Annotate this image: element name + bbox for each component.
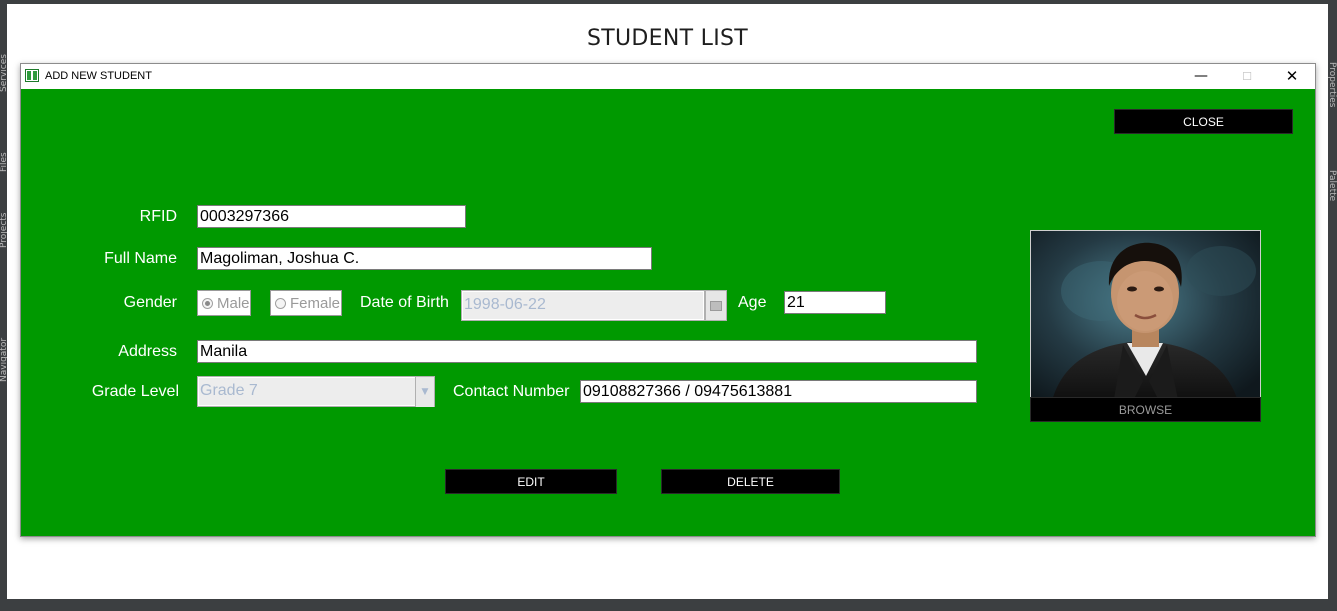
age-field[interactable]: 21	[784, 291, 886, 314]
dob-label: Date of Birth	[360, 294, 449, 311]
close-button[interactable]: CLOSE	[1114, 109, 1293, 134]
ide-tab-properties[interactable]: Properties	[1328, 62, 1337, 128]
gender-female-label: Female	[290, 294, 341, 312]
rfid-field[interactable]: 0003297366	[197, 205, 466, 228]
form-panel: CLOSE RFID 0003297366 Full Name Magolima…	[21, 89, 1315, 536]
ide-bottom-strip	[0, 599, 1337, 611]
grade-level-label: Grade Level	[91, 383, 179, 400]
contact-number-field[interactable]: 09108827366 / 09475613881	[580, 380, 977, 403]
radio-unselected-icon	[275, 297, 286, 309]
address-label: Address	[118, 343, 177, 360]
window-close-button[interactable]: ✕	[1269, 64, 1315, 88]
gender-male-label: Male	[217, 294, 250, 312]
radio-selected-icon	[202, 297, 213, 309]
delete-button[interactable]: DELETE	[661, 469, 840, 494]
edit-button[interactable]: EDIT	[445, 469, 617, 494]
student-portrait-image	[1031, 231, 1260, 403]
page-title: STUDENT LIST	[587, 26, 748, 51]
gender-male-radio[interactable]: Male	[197, 290, 251, 316]
dob-field[interactable]: 1998-06-22	[461, 290, 705, 321]
book-icon	[25, 69, 39, 82]
minimize-button[interactable]: —	[1178, 64, 1224, 88]
dialog-titlebar[interactable]: ADD NEW STUDENT — ☐ ✕	[21, 64, 1315, 89]
rfid-label: RFID	[139, 208, 177, 225]
gender-label: Gender	[123, 294, 177, 311]
ide-tab-palette[interactable]: Palette	[1328, 170, 1337, 224]
chevron-down-icon[interactable]: ▼	[415, 377, 434, 407]
address-field[interactable]: Manila	[197, 340, 977, 363]
fullname-label: Full Name	[104, 250, 177, 267]
ide-left-sidebar: Services Files Projects Navigator	[0, 0, 8, 611]
browse-button[interactable]: BROWSE	[1030, 397, 1261, 422]
dialog-title: ADD NEW STUDENT	[45, 70, 152, 82]
date-picker-button[interactable]	[705, 290, 727, 321]
add-new-student-dialog: ADD NEW STUDENT — ☐ ✕ CLOSE RFID 0003297…	[20, 63, 1316, 537]
fullname-field[interactable]: Magoliman, Joshua C.	[197, 247, 652, 270]
student-photo	[1030, 230, 1261, 404]
age-label: Age	[738, 294, 767, 311]
gender-female-radio[interactable]: Female	[270, 290, 342, 316]
ide-right-sidebar: Properties Palette	[1328, 0, 1337, 611]
maximize-button[interactable]: ☐	[1224, 64, 1270, 88]
calendar-icon	[710, 300, 722, 311]
contact-number-label: Contact Number	[453, 383, 570, 400]
grade-level-select[interactable]: Grade 7	[197, 376, 435, 407]
